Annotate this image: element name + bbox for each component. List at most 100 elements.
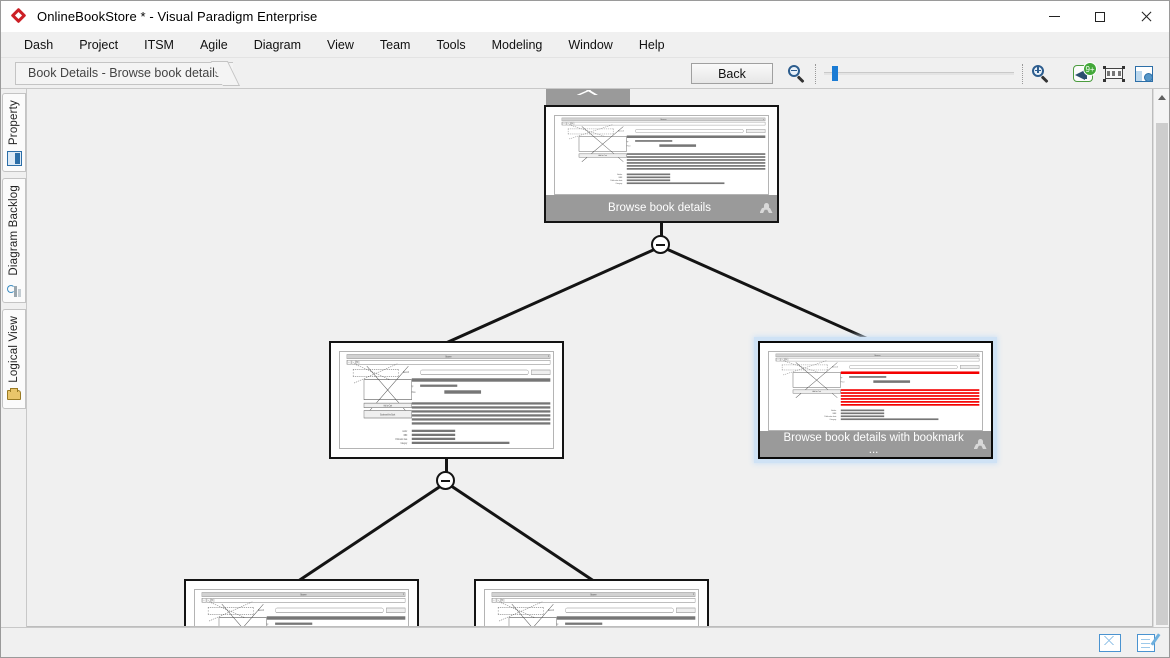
content-line bbox=[840, 404, 980, 406]
wireframe-preview: Browser × ← → ↻ Search Add to Cart by Pr… bbox=[195, 590, 412, 626]
content-line bbox=[626, 156, 766, 158]
node-caption-text: Browse book details with bookmark ... bbox=[783, 432, 964, 456]
zoom-out-icon[interactable] bbox=[787, 64, 807, 84]
browser-nav-buttons: ← → ↻ bbox=[347, 360, 360, 365]
menu-project[interactable]: Project bbox=[66, 34, 131, 56]
author-bar bbox=[635, 140, 673, 142]
frame-icon[interactable] bbox=[1101, 62, 1127, 86]
close-button[interactable] bbox=[1123, 1, 1169, 32]
close-icon: × bbox=[693, 592, 695, 597]
toolbar-separator-2 bbox=[1022, 63, 1023, 84]
node-wireframe: Browser × ← → ↻ Search Add to Cart by Pr… bbox=[484, 589, 699, 626]
content-line bbox=[626, 159, 766, 161]
node-caption-text: Browse book details bbox=[608, 202, 711, 214]
wireframe-state-icon bbox=[969, 439, 991, 449]
minimize-button[interactable] bbox=[1031, 1, 1077, 32]
field-value bbox=[840, 415, 885, 418]
content-line bbox=[411, 410, 551, 413]
menu-team[interactable]: Team bbox=[367, 34, 424, 56]
menu-help[interactable]: Help bbox=[626, 34, 678, 56]
field-label: Publication date bbox=[395, 437, 408, 441]
field-value bbox=[411, 441, 510, 444]
zoom-slider[interactable] bbox=[824, 64, 1014, 84]
tool-bar: Book Details - Browse book details Back … bbox=[1, 58, 1169, 89]
diagram-node[interactable]: Browser × ← → ↻ Search Add to Cart by Pr… bbox=[758, 341, 993, 459]
field-value bbox=[840, 409, 885, 412]
book-title-bar bbox=[626, 135, 766, 138]
book-cover-placeholder-icon bbox=[578, 126, 627, 162]
node-wireframe: Browser × ← → ↻ Search Add to Cart by Pr… bbox=[768, 351, 983, 431]
field-value bbox=[840, 412, 885, 415]
book-title-bar bbox=[411, 378, 551, 382]
address-bar: ← → ↻ bbox=[775, 357, 980, 362]
collapse-toggle-child[interactable] bbox=[436, 471, 455, 490]
collapse-toggle-root[interactable] bbox=[651, 235, 670, 254]
content-line bbox=[840, 392, 980, 394]
search-input bbox=[849, 365, 958, 369]
book-cover-placeholder-icon bbox=[792, 362, 841, 398]
close-icon: × bbox=[763, 118, 765, 121]
zoom-slider-handle[interactable] bbox=[832, 66, 838, 81]
author-bar bbox=[849, 376, 887, 378]
sidebar-item-logical-view[interactable]: Logical View bbox=[2, 308, 26, 410]
browser-title-bar: Browser × bbox=[201, 592, 406, 597]
menu-modeling[interactable]: Modeling bbox=[479, 34, 556, 56]
field-label: Author bbox=[617, 173, 623, 176]
book-title-bar bbox=[266, 616, 406, 620]
field-label: ISBN bbox=[618, 176, 623, 179]
node-wireframe: Browser × ← → ↻ Search Add to Cart Bookm… bbox=[339, 351, 554, 449]
note-edit-icon[interactable] bbox=[1135, 632, 1161, 652]
menu-window[interactable]: Window bbox=[555, 34, 625, 56]
by-label: by bbox=[411, 384, 414, 388]
breadcrumb[interactable]: Book Details - Browse book details bbox=[15, 61, 250, 85]
envelope-icon[interactable] bbox=[1099, 633, 1121, 652]
browser-title-bar: Browser × bbox=[561, 117, 766, 122]
menu-view[interactable]: View bbox=[314, 34, 367, 56]
search-button bbox=[530, 369, 551, 375]
field-value bbox=[840, 418, 939, 421]
menu-itsm[interactable]: ITSM bbox=[131, 34, 187, 56]
title-bar: OnlineBookStore * - Visual Paradigm Ente… bbox=[1, 1, 1169, 32]
diagram-node[interactable]: Browser × ← → ↻ Search Add to Cart by Pr… bbox=[474, 579, 709, 626]
zoom-in-icon[interactable] bbox=[1031, 64, 1051, 84]
diagram-canvas[interactable]: Browser × ← → ↻ Search Add to Cart by Pr… bbox=[27, 89, 1153, 627]
maximize-button[interactable] bbox=[1077, 1, 1123, 32]
diagram-node[interactable]: Browser × ← → ↻ Search Add to Cart by Pr… bbox=[544, 105, 779, 223]
menu-dash[interactable]: Dash bbox=[11, 34, 66, 56]
field-value bbox=[411, 433, 456, 436]
browser-title-bar: Browser × bbox=[775, 353, 980, 358]
back-button[interactable]: Back bbox=[691, 63, 773, 84]
price-value-bar bbox=[659, 144, 697, 147]
menu-tools[interactable]: Tools bbox=[423, 34, 478, 56]
content-line bbox=[626, 162, 766, 164]
wireframe-preview: Browser × ← → ↻ Search Add to Cart Bookm… bbox=[340, 352, 557, 569]
sidebar-item-property[interactable]: Property bbox=[2, 93, 26, 173]
browser-title-bar: Browser × bbox=[491, 592, 696, 597]
scrollbar-thumb[interactable] bbox=[1156, 123, 1168, 625]
notifications-megaphone-icon[interactable]: 9+ bbox=[1071, 61, 1097, 86]
breadcrumb-label[interactable]: Book Details - Browse book details bbox=[15, 61, 234, 85]
vertical-scrollbar[interactable] bbox=[1153, 89, 1169, 627]
content-line bbox=[840, 398, 980, 400]
field-value bbox=[411, 429, 456, 432]
field-value bbox=[411, 437, 456, 440]
menu-agile[interactable]: Agile bbox=[187, 34, 241, 56]
content-line bbox=[626, 153, 766, 155]
by-label: by bbox=[556, 622, 559, 626]
browser-title-text: Browser bbox=[590, 593, 597, 597]
search-button bbox=[385, 607, 406, 613]
menu-diagram[interactable]: Diagram bbox=[241, 34, 314, 56]
chevron-up-icon[interactable] bbox=[546, 89, 630, 105]
breadcrumb-arrow-icon bbox=[233, 62, 250, 85]
content-line bbox=[840, 395, 980, 397]
diagram-node[interactable]: Browser × ← → ↻ Search Add to Cart by Pr… bbox=[184, 579, 419, 626]
sidebar-item-label: Property bbox=[8, 100, 20, 146]
window-controls bbox=[1031, 1, 1169, 32]
model-window-icon[interactable] bbox=[1131, 62, 1157, 86]
scroll-up-arrow-icon[interactable] bbox=[1154, 89, 1169, 105]
field-label: Category bbox=[615, 182, 623, 185]
field-label: Author bbox=[831, 409, 837, 412]
sidebar-item-diagram-backlog[interactable]: Diagram Backlog bbox=[2, 178, 26, 303]
diagram-node[interactable]: Browser × ← → ↻ Search Add to Cart Bookm… bbox=[329, 341, 564, 459]
close-icon: × bbox=[403, 592, 405, 597]
